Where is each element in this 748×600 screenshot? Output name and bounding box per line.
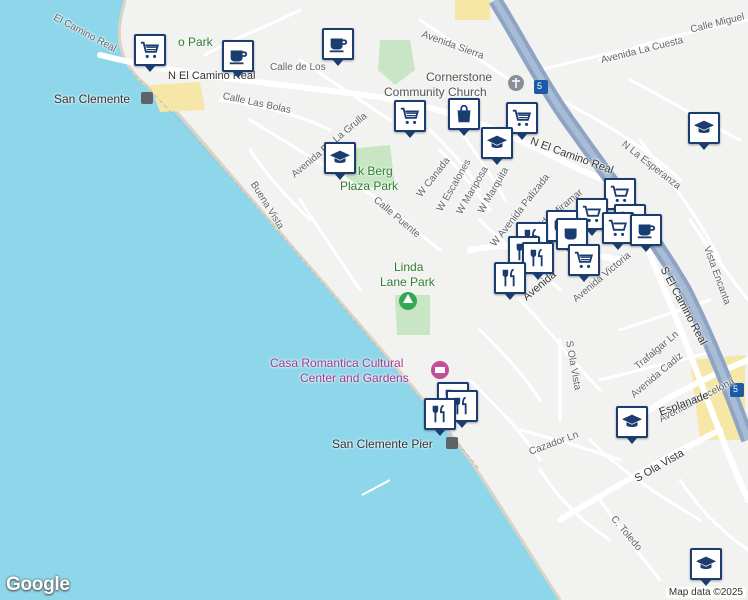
pier-station-marker <box>446 437 458 449</box>
pier-label[interactable]: San Clemente Pier <box>332 437 433 451</box>
highway-shield-label: 5 <box>733 384 739 394</box>
graduation-cap-icon <box>486 135 508 149</box>
highway-shield-label: 5 <box>537 81 543 91</box>
cart-icon <box>574 251 594 268</box>
graduation-cap-icon <box>329 150 351 164</box>
church-label-line1[interactable]: Cornerstone <box>426 70 492 84</box>
cafe-pin[interactable] <box>322 28 354 60</box>
museum-label-line2[interactable]: Center and Gardens <box>300 371 409 385</box>
shopping-bag-icon <box>457 104 471 123</box>
store-pin[interactable] <box>448 98 480 130</box>
restaurant-pin[interactable] <box>424 398 456 430</box>
park-label-line1[interactable]: k Berg <box>358 164 393 178</box>
restaurant-pin[interactable] <box>494 262 526 294</box>
coffee-cup-icon <box>637 224 656 239</box>
shopping-pin[interactable] <box>568 244 600 276</box>
cart-icon <box>608 219 628 236</box>
fork-knife-icon <box>432 404 445 423</box>
map-base <box>0 0 748 600</box>
graduation-cap-icon <box>693 120 715 134</box>
coffee-cup-icon <box>564 228 577 240</box>
city-label[interactable]: San Clemente <box>54 92 130 106</box>
fork-knife-icon <box>502 268 515 287</box>
graduation-cap-icon <box>621 414 643 428</box>
school-pin[interactable] <box>481 127 513 159</box>
cart-icon <box>512 109 532 126</box>
cart-icon <box>610 185 630 202</box>
google-logo[interactable]: Google <box>6 574 70 596</box>
park-label-line1[interactable]: Linda <box>394 260 423 274</box>
cafe-pin[interactable] <box>630 214 662 246</box>
coffee-cup-icon <box>229 50 248 65</box>
map-attribution[interactable]: Map data ©2025 <box>665 587 746 598</box>
train-station-marker <box>141 92 153 104</box>
church-label-line2[interactable]: Community Church <box>384 85 487 99</box>
shopping-pin[interactable] <box>394 100 426 132</box>
fork-knife-icon <box>530 248 543 267</box>
park-label[interactable]: o Park <box>178 35 213 49</box>
cafe-pin[interactable] <box>222 40 254 72</box>
map-view[interactable]: El Camino Real N El Camino Real Avenida … <box>0 0 748 600</box>
park-label-line2[interactable]: Plaza Park <box>340 179 398 193</box>
cart-icon <box>140 41 160 58</box>
museum-label-line1[interactable]: Casa Romantica Cultural <box>270 356 403 370</box>
school-pin[interactable] <box>616 406 648 438</box>
school-pin[interactable] <box>690 548 722 580</box>
park-label-line2[interactable]: Lane Park <box>380 275 435 289</box>
shopping-pin[interactable] <box>134 34 166 66</box>
cart-icon <box>400 107 420 124</box>
coffee-cup-icon <box>329 38 348 53</box>
school-pin[interactable] <box>324 142 356 174</box>
restaurant-pin[interactable] <box>522 242 554 274</box>
street-label: Calle de Los <box>270 62 326 73</box>
school-pin[interactable] <box>688 112 720 144</box>
graduation-cap-icon <box>695 556 717 570</box>
